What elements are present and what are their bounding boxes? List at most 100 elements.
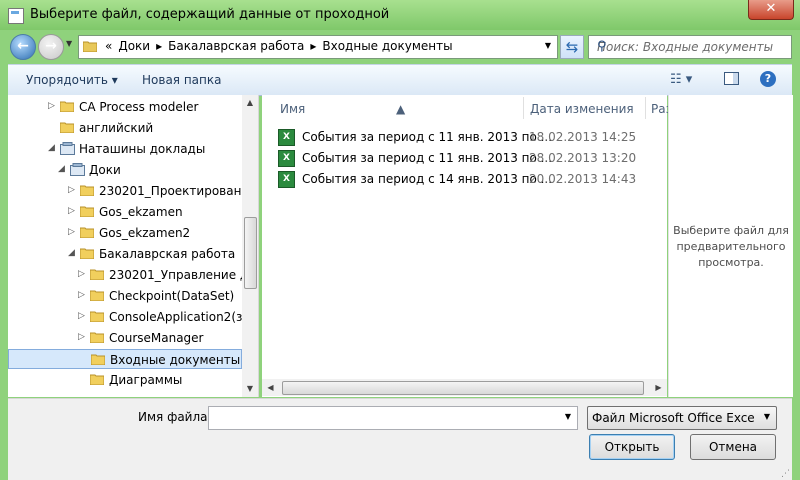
tree-item[interactable]: ◢ Бакалаврская работа (8, 244, 242, 264)
breadcrumb-item[interactable]: Бакалаврская работа (168, 39, 304, 53)
expand-arrow-icon[interactable]: ▷ (68, 227, 75, 237)
expand-arrow-icon[interactable]: ▷ (68, 206, 75, 216)
tree-item-label: Диаграммы (109, 373, 183, 387)
expand-arrow-icon[interactable]: ▷ (78, 311, 85, 321)
breadcrumb-item[interactable]: Доки (118, 39, 150, 53)
folder-icon (89, 331, 105, 346)
breadcrumb-separator-icon[interactable]: ▸ (310, 39, 316, 53)
column-separator[interactable] (645, 97, 646, 119)
scroll-down-icon[interactable]: ▼ (242, 381, 258, 397)
chevron-down-icon[interactable]: ▼ (764, 412, 770, 421)
chevron-down-icon[interactable]: ▼ (565, 412, 571, 421)
breadcrumb-separator-icon[interactable]: « (105, 39, 112, 53)
tree-item[interactable]: ▷ 230201_Проектирование ИС (8, 181, 242, 201)
tree-item[interactable]: ▷ ConsoleApplication2(запрос) (8, 307, 242, 327)
tree-item[interactable]: ◢ Наташины доклады (8, 139, 242, 159)
file-name: События за период с 11 янв. 2013 по ... (302, 151, 553, 165)
arrow-left-icon: ← (17, 38, 29, 54)
preview-message: Выберите файл для предварительного просм… (673, 224, 789, 269)
tree-scrollbar[interactable]: ▲ ▼ (242, 95, 258, 397)
breadcrumb-item[interactable]: Входные документы (322, 39, 452, 53)
tree-item[interactable]: Входные документы (8, 349, 242, 369)
chevron-down-icon[interactable]: ▼ (545, 41, 551, 50)
file-row[interactable]: X События за период с 11 янв. 2013 по ...… (278, 148, 658, 168)
dialog-icon (8, 8, 24, 24)
column-header-date[interactable]: Дата изменения (530, 102, 634, 116)
file-type-value: Файл Microsoft Office Excel, co (592, 411, 754, 425)
address-bar[interactable]: « Доки ▸ Бакалаврская работа ▸ Входные докуме… (78, 35, 558, 59)
column-header-name[interactable]: Имя (280, 102, 305, 116)
filename-label: Имя файла: (138, 410, 212, 424)
file-date: 18.02.2013 14:25 (529, 130, 637, 144)
tree-item[interactable]: ▷ Gos_ekzamen (8, 202, 242, 222)
tree-item[interactable]: Диаграммы (8, 370, 242, 390)
file-list: ▲ Имя Дата изменения Раз X События за пер… (262, 95, 672, 397)
tree-item[interactable]: ▷ CourseManager (8, 328, 242, 348)
file-name: События за период с 11 янв. 2013 по ... (302, 130, 553, 144)
tree-item[interactable]: ▷ Gos_ekzamen2 (8, 223, 242, 243)
tree-item-label: Бакалаврская работа (99, 247, 236, 261)
file-type-select[interactable]: Файл Microsoft Office Excel, co ▼ (587, 406, 777, 430)
filename-input[interactable]: ▼ (208, 406, 578, 430)
tree-item-label: CourseManager (109, 331, 204, 345)
excel-file-icon: X (278, 150, 295, 167)
tree-item-label: CA Process modeler (79, 100, 199, 114)
refresh-icon: ⇆ (565, 38, 579, 56)
cancel-button[interactable]: Отмена (690, 434, 776, 460)
open-button[interactable]: Открыть (589, 434, 675, 460)
scroll-right-icon[interactable]: ▶ (650, 379, 667, 396)
tree-item-label: английский (79, 121, 154, 135)
folder-icon (79, 247, 95, 262)
scroll-left-icon[interactable]: ◀ (262, 379, 279, 396)
help-icon[interactable]: ? (760, 71, 776, 87)
file-list-hscrollbar[interactable]: ◀ ▶ (262, 379, 667, 396)
tree-item[interactable]: английский (8, 118, 242, 138)
title-bar[interactable]: Выберите файл, содержащий данные от прох… (0, 0, 800, 30)
forward-button[interactable]: → (38, 34, 64, 60)
folder-icon (79, 184, 95, 199)
navigation-tree: ▷ CA Process modeler английский ◢ Наташины д… (8, 95, 259, 397)
tree-item[interactable]: ▷ 230201_Управление данными (8, 265, 242, 285)
tree-item-label: Входные документы (110, 353, 241, 367)
scroll-thumb[interactable] (244, 217, 257, 289)
expand-arrow-icon[interactable]: ▷ (78, 269, 85, 279)
tree-item[interactable]: ▷ CA Process modeler (8, 97, 242, 117)
organize-button[interactable]: Упорядочить ▾ (26, 73, 118, 87)
file-date: 28.02.2013 13:20 (529, 151, 637, 165)
folder-icon (79, 226, 95, 241)
collapse-arrow-icon[interactable]: ◢ (58, 164, 65, 174)
expand-arrow-icon[interactable]: ▷ (68, 185, 75, 195)
search-box[interactable]: Поиск: Входные документы ⚲ (588, 35, 792, 59)
folder-icon (82, 40, 98, 55)
tree-item-label: Gos_ekzamen2 (99, 226, 191, 240)
file-row[interactable]: X События за период с 11 янв. 2013 по ...… (278, 127, 658, 147)
history-dropdown-icon[interactable]: ▼ (66, 39, 72, 48)
expand-arrow-icon[interactable]: ▷ (78, 290, 85, 300)
scroll-thumb[interactable] (282, 381, 644, 395)
breadcrumb-separator-icon[interactable]: ▸ (156, 39, 162, 53)
file-open-dialog: Выберите файл, содержащий данные от прох… (0, 0, 800, 480)
back-button[interactable]: ← (10, 34, 36, 60)
collapse-arrow-icon[interactable]: ◢ (68, 248, 75, 258)
preview-pane-icon[interactable] (724, 72, 739, 89)
tree-item[interactable]: ◢ Доки (8, 160, 242, 180)
dialog-footer: Имя файла: ▼ Файл Microsoft Office Excel… (8, 398, 792, 480)
scroll-up-icon[interactable]: ▲ (242, 95, 258, 111)
expand-arrow-icon[interactable]: ▷ (78, 332, 85, 342)
file-date: 20.02.2013 14:43 (529, 172, 637, 186)
tree-item-label: ConsoleApplication2(запрос) (109, 310, 242, 324)
collapse-arrow-icon[interactable]: ◢ (48, 143, 55, 153)
tree-item[interactable]: ▷ Checkpoint(DataSet) (8, 286, 242, 306)
column-separator[interactable] (523, 97, 524, 119)
resize-grip-icon[interactable]: ⋰ (781, 469, 790, 479)
search-icon[interactable]: ⚲ (597, 39, 785, 54)
file-row[interactable]: X События за период с 14 янв. 2013 по ...… (278, 169, 658, 189)
close-button[interactable]: ✕ (748, 0, 794, 20)
dialog-title: Выберите файл, содержащий данные от прох… (30, 7, 390, 22)
refresh-button[interactable]: ⇆ (560, 35, 584, 59)
new-folder-button[interactable]: Новая папка (142, 73, 221, 87)
breadcrumb: « Доки ▸ Бакалаврская работа ▸ Входные докуме… (105, 39, 459, 53)
view-options-icon[interactable]: ☷ ▾ (670, 72, 692, 87)
library-icon (60, 142, 75, 158)
expand-arrow-icon[interactable]: ▷ (48, 101, 55, 111)
